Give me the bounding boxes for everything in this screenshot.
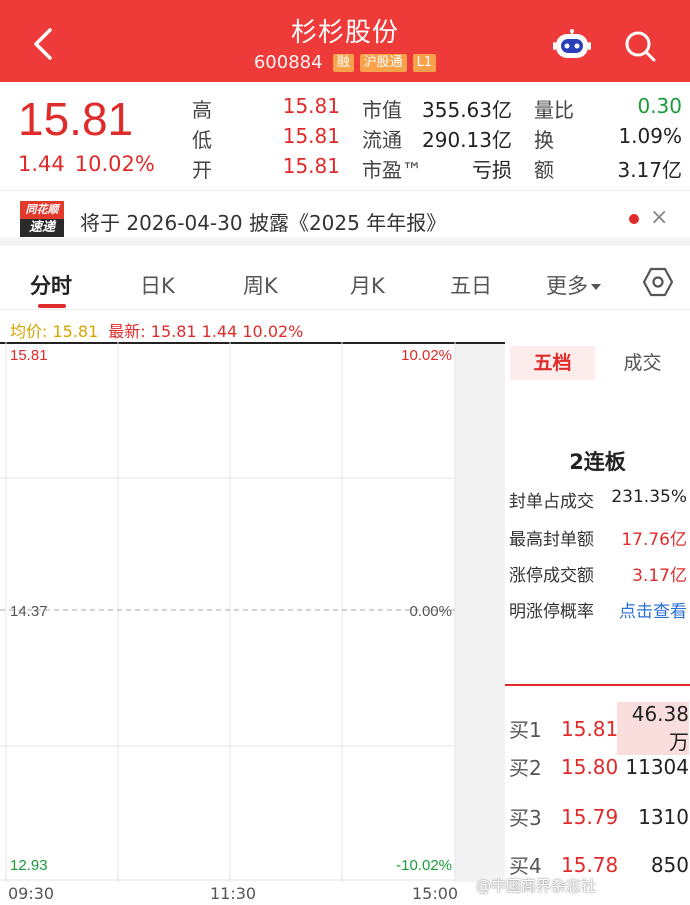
volume-ratio-label: 量比	[534, 98, 574, 122]
turnover-label: 换	[534, 128, 554, 152]
time-axis: 09:30 11:30 15:00	[0, 884, 505, 905]
bid-row-3[interactable]: 买3 15.79 1310	[509, 802, 689, 831]
limit-up-amount-value: 3.17亿	[632, 566, 687, 586]
stock-name: 杉杉股份	[290, 18, 399, 48]
time-close: 15:00	[412, 884, 459, 903]
pe-label: 市盈™	[362, 158, 422, 182]
bid-price: 15.80	[561, 754, 619, 779]
y-axis-mid: 14.37	[10, 603, 48, 620]
chevron-down-icon	[591, 284, 601, 290]
last-price: 15.81	[18, 93, 134, 145]
high-label: 高	[192, 98, 212, 122]
intraday-chart[interactable]: 15.81 14.37 12.93 10.02% 0.00% -10.02%	[0, 342, 505, 882]
chart-tabs: 分时 日K 周K 月K 五日 更多	[0, 254, 690, 310]
tab-active-indicator	[38, 304, 66, 308]
volume-ratio-value: 0.30	[637, 94, 682, 118]
news-logo-bottom: 速递	[20, 219, 64, 237]
amount-label: 额	[534, 158, 554, 182]
next-limit-prob-label: 明涨停概率	[509, 602, 594, 622]
high-value: 15.81	[282, 94, 340, 118]
amount-value: 3.17亿	[617, 158, 682, 182]
tab-trades[interactable]: 成交	[600, 346, 685, 380]
turnover-value: 1.09%	[618, 124, 682, 148]
quote-panel: 15.81 1.44 10.02% 高 15.81 低 15.81 开 15.81…	[0, 82, 690, 190]
pct-axis-bottom: -10.02%	[396, 857, 452, 874]
limit-up-amount-row: 涨停成交额 3.17亿	[509, 561, 687, 586]
pct-axis-mid: 0.00%	[409, 603, 452, 620]
bid-price: 15.81	[561, 716, 619, 741]
robot-assistant-icon[interactable]	[552, 26, 592, 66]
bid-row-1[interactable]: 买1 15.81 46.38万	[509, 702, 689, 755]
change-amount: 1.44	[18, 152, 65, 176]
panel-divider	[505, 684, 690, 686]
bid-label: 买1	[509, 718, 542, 742]
header-bar: 杉杉股份 600884 融 沪股通 L1	[0, 0, 690, 82]
bid-volume: 850	[650, 852, 689, 877]
limit-up-streak: 2连板	[569, 450, 626, 474]
tab-five-levels[interactable]: 五档	[510, 346, 595, 380]
order-book-tabs: 五档 成交	[510, 346, 685, 380]
y-axis-bottom: 12.93	[10, 857, 48, 874]
max-seal-label: 最高封单额	[509, 530, 594, 550]
stock-code: 600884	[253, 52, 323, 73]
bid-row-2[interactable]: 买2 15.80 11304	[509, 752, 689, 781]
pct-axis-top: 10.02%	[401, 347, 452, 364]
close-icon[interactable]: ×	[650, 205, 668, 230]
limit-up-amount-label: 涨停成交额	[509, 566, 594, 586]
max-seal-row: 最高封单额 17.76亿	[509, 525, 687, 550]
market-cap-value: 355.63亿	[422, 98, 512, 122]
seal-ratio-label: 封单占成交	[509, 492, 594, 512]
pe-value: 亏损	[472, 158, 512, 182]
tab-five-day[interactable]: 五日	[450, 270, 492, 300]
unread-dot-icon	[629, 214, 639, 224]
seal-ratio-value: 231.35%	[611, 487, 687, 507]
low-label: 低	[192, 128, 212, 152]
average-price-line: 均价: 15.81 最新: 15.81 1.44 10.02%	[10, 318, 303, 342]
market-cap-label: 市值	[362, 98, 402, 122]
tag-connect: 沪股通	[359, 53, 407, 72]
tab-intraday[interactable]: 分时	[30, 270, 72, 300]
next-limit-prob-row: 明涨停概率 点击查看	[509, 597, 687, 622]
bid-volume: 11304	[625, 754, 689, 779]
news-logo-top: 同花顺	[20, 201, 64, 219]
float-cap-label: 流通	[362, 128, 402, 152]
tab-weekly-k[interactable]: 周K	[243, 270, 278, 300]
view-probability-link[interactable]: 点击查看	[619, 597, 687, 622]
bid-volume: 46.38万	[617, 702, 689, 755]
bid-volume: 1310	[638, 804, 689, 829]
tag-level: L1	[412, 53, 437, 72]
order-book-panel: 五档 成交 2连板 封单占成交 231.35% 最高封单额 17.76亿 涨停成…	[505, 342, 690, 905]
tab-more[interactable]: 更多	[546, 270, 601, 300]
bid-price: 15.78	[561, 852, 619, 877]
watermark: @中国商界杂志社	[476, 877, 597, 895]
max-seal-value: 17.76亿	[621, 530, 687, 550]
low-value: 15.81	[282, 124, 340, 148]
average-price: 均价: 15.81	[10, 322, 99, 341]
tab-daily-k[interactable]: 日K	[140, 270, 175, 300]
open-label: 开	[192, 158, 212, 182]
announcement-bar[interactable]: 同花顺 速递 将于 2026-04-30 披露《2025 年年报》	[0, 190, 690, 246]
price-change: 1.44 10.02%	[18, 152, 155, 176]
change-percent: 10.02%	[74, 152, 155, 176]
tag-margin: 融	[332, 53, 354, 72]
time-midday: 11:30	[210, 884, 257, 903]
announcement-text[interactable]: 将于 2026-04-30 披露《2025 年年报》	[80, 207, 446, 236]
news-logo: 同花顺 速递	[20, 201, 64, 237]
y-axis-top: 15.81	[10, 347, 48, 364]
settings-hexagon-icon[interactable]	[642, 266, 674, 298]
tab-more-label: 更多	[546, 274, 588, 298]
bid-label: 买3	[509, 806, 542, 830]
latest-price-info: 最新: 15.81 1.44 10.02%	[108, 322, 304, 341]
time-open: 09:30	[8, 884, 55, 903]
float-cap-value: 290.13亿	[422, 128, 512, 152]
tab-monthly-k[interactable]: 月K	[350, 270, 385, 300]
seal-ratio-row: 封单占成交 231.35%	[509, 487, 687, 512]
bid-label: 买2	[509, 756, 542, 780]
open-value: 15.81	[282, 154, 340, 178]
search-icon[interactable]	[622, 28, 658, 64]
bid-price: 15.79	[561, 804, 619, 829]
